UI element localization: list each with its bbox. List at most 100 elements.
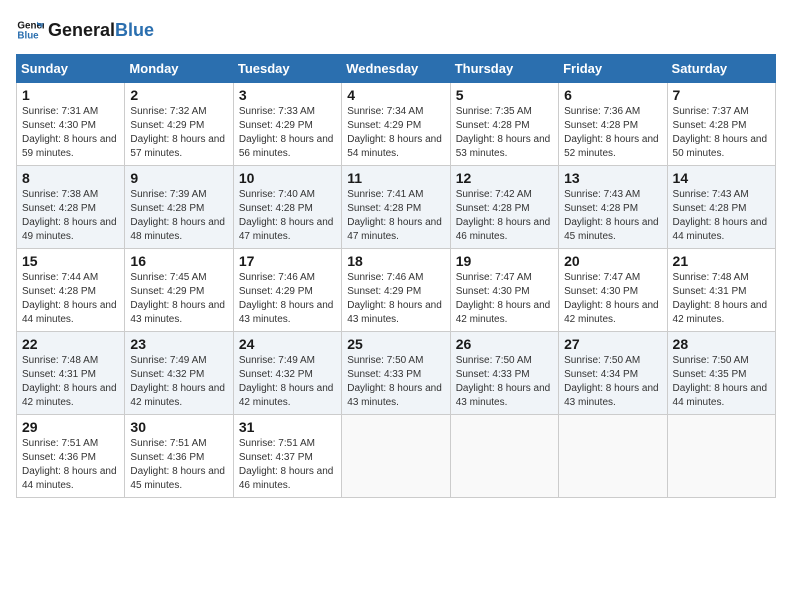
day-info: Sunrise: 7:48 AMSunset: 4:31 PMDaylight:… bbox=[673, 271, 770, 327]
calendar-cell: 1Sunrise: 7:31 AMSunset: 4:30 PMDaylight… bbox=[17, 83, 125, 166]
calendar-cell: 23 Sunrise: 7:49 AMSunset: 4:32 PMDayligh… bbox=[125, 332, 233, 415]
day-info: Sunrise: 7:43 AMSunset: 4:28 PMDaylight:… bbox=[673, 188, 770, 244]
day-number: 17 bbox=[239, 253, 336, 269]
day-info: Sunrise: 7:32 AMSunset: 4:29 PMDaylight:… bbox=[130, 105, 227, 161]
day-info: Sunrise: 7:51 AMSunset: 4:37 PMDaylight:… bbox=[239, 437, 336, 493]
day-number: 6 bbox=[564, 87, 661, 103]
calendar-cell bbox=[667, 415, 775, 498]
day-info: Sunrise: 7:41 AMSunset: 4:28 PMDaylight:… bbox=[347, 188, 444, 244]
calendar-cell: 5 Sunrise: 7:35 AMSunset: 4:28 PMDaylight… bbox=[450, 83, 558, 166]
day-number: 26 bbox=[456, 336, 553, 352]
calendar-cell: 9 Sunrise: 7:39 AMSunset: 4:28 PMDaylight… bbox=[125, 166, 233, 249]
calendar-cell: 4Sunrise: 7:34 AMSunset: 4:29 PMDaylight… bbox=[342, 83, 450, 166]
calendar-cell: 26 Sunrise: 7:50 AMSunset: 4:33 PMDayligh… bbox=[450, 332, 558, 415]
day-number: 4 bbox=[347, 87, 444, 103]
day-info: Sunrise: 7:40 AMSunset: 4:28 PMDaylight:… bbox=[239, 188, 336, 244]
calendar-cell: 20 Sunrise: 7:47 AMSunset: 4:30 PMDayligh… bbox=[559, 249, 667, 332]
calendar-cell: 17 Sunrise: 7:46 AMSunset: 4:29 PMDayligh… bbox=[233, 249, 341, 332]
calendar-table: SundayMondayTuesdayWednesdayThursdayFrid… bbox=[16, 54, 776, 498]
calendar-cell: 22 Sunrise: 7:48 AMSunset: 4:31 PMDayligh… bbox=[17, 332, 125, 415]
day-info: Sunrise: 7:50 AMSunset: 4:35 PMDaylight:… bbox=[673, 354, 770, 410]
calendar-cell: 30Sunrise: 7:51 AMSunset: 4:36 PMDayligh… bbox=[125, 415, 233, 498]
calendar-cell bbox=[450, 415, 558, 498]
day-info: Sunrise: 7:42 AMSunset: 4:28 PMDaylight:… bbox=[456, 188, 553, 244]
day-info: Sunrise: 7:45 AMSunset: 4:29 PMDaylight:… bbox=[130, 271, 227, 327]
day-number: 15 bbox=[22, 253, 119, 269]
day-info: Sunrise: 7:50 AMSunset: 4:33 PMDaylight:… bbox=[456, 354, 553, 410]
day-info: Sunrise: 7:47 AMSunset: 4:30 PMDaylight:… bbox=[564, 271, 661, 327]
day-number: 20 bbox=[564, 253, 661, 269]
calendar-cell: 2 Sunrise: 7:32 AMSunset: 4:29 PMDaylight… bbox=[125, 83, 233, 166]
day-number: 24 bbox=[239, 336, 336, 352]
calendar-cell: 15 Sunrise: 7:44 AMSunset: 4:28 PMDayligh… bbox=[17, 249, 125, 332]
calendar-cell: 7 Sunrise: 7:37 AMSunset: 4:28 PMDaylight… bbox=[667, 83, 775, 166]
calendar-cell: 3Sunrise: 7:33 AMSunset: 4:29 PMDaylight… bbox=[233, 83, 341, 166]
logo: General Blue General Blue bbox=[16, 16, 154, 44]
calendar-week-row: 8 Sunrise: 7:38 AMSunset: 4:28 PMDaylight… bbox=[17, 166, 776, 249]
weekday-header: Monday bbox=[125, 55, 233, 83]
day-number: 19 bbox=[456, 253, 553, 269]
day-number: 22 bbox=[22, 336, 119, 352]
calendar-cell: 29 Sunrise: 7:51 AMSunset: 4:36 PMDayligh… bbox=[17, 415, 125, 498]
calendar-cell: 25 Sunrise: 7:50 AMSunset: 4:33 PMDayligh… bbox=[342, 332, 450, 415]
logo-general: General bbox=[48, 20, 115, 41]
day-number: 28 bbox=[673, 336, 770, 352]
day-number: 25 bbox=[347, 336, 444, 352]
day-number: 23 bbox=[130, 336, 227, 352]
day-info: Sunrise: 7:48 AMSunset: 4:31 PMDaylight:… bbox=[22, 354, 119, 410]
day-number: 30 bbox=[130, 419, 227, 435]
calendar-cell: 16 Sunrise: 7:45 AMSunset: 4:29 PMDayligh… bbox=[125, 249, 233, 332]
day-info: Sunrise: 7:49 AMSunset: 4:32 PMDaylight:… bbox=[130, 354, 227, 410]
day-info: Sunrise: 7:37 AMSunset: 4:28 PMDaylight:… bbox=[673, 105, 770, 161]
day-info: Sunrise: 7:46 AMSunset: 4:29 PMDaylight:… bbox=[239, 271, 336, 327]
weekday-header: Tuesday bbox=[233, 55, 341, 83]
calendar-cell: 18Sunrise: 7:46 AMSunset: 4:29 PMDayligh… bbox=[342, 249, 450, 332]
day-number: 14 bbox=[673, 170, 770, 186]
calendar-cell bbox=[342, 415, 450, 498]
day-number: 11 bbox=[347, 170, 444, 186]
day-number: 5 bbox=[456, 87, 553, 103]
logo-blue: Blue bbox=[115, 20, 154, 41]
day-info: Sunrise: 7:36 AMSunset: 4:28 PMDaylight:… bbox=[564, 105, 661, 161]
day-info: Sunrise: 7:49 AMSunset: 4:32 PMDaylight:… bbox=[239, 354, 336, 410]
calendar-cell: 8 Sunrise: 7:38 AMSunset: 4:28 PMDaylight… bbox=[17, 166, 125, 249]
day-info: Sunrise: 7:35 AMSunset: 4:28 PMDaylight:… bbox=[456, 105, 553, 161]
day-info: Sunrise: 7:51 AMSunset: 4:36 PMDaylight:… bbox=[22, 437, 119, 493]
day-info: Sunrise: 7:39 AMSunset: 4:28 PMDaylight:… bbox=[130, 188, 227, 244]
day-number: 27 bbox=[564, 336, 661, 352]
svg-text:Blue: Blue bbox=[17, 30, 39, 41]
day-info: Sunrise: 7:47 AMSunset: 4:30 PMDaylight:… bbox=[456, 271, 553, 327]
day-number: 2 bbox=[130, 87, 227, 103]
day-number: 21 bbox=[673, 253, 770, 269]
calendar-cell: 12Sunrise: 7:42 AMSunset: 4:28 PMDayligh… bbox=[450, 166, 558, 249]
calendar-cell: 24 Sunrise: 7:49 AMSunset: 4:32 PMDayligh… bbox=[233, 332, 341, 415]
logo-icon: General Blue bbox=[16, 16, 44, 44]
day-number: 8 bbox=[22, 170, 119, 186]
weekday-header: Friday bbox=[559, 55, 667, 83]
calendar-cell: 21 Sunrise: 7:48 AMSunset: 4:31 PMDayligh… bbox=[667, 249, 775, 332]
day-number: 1 bbox=[22, 87, 119, 103]
day-info: Sunrise: 7:50 AMSunset: 4:33 PMDaylight:… bbox=[347, 354, 444, 410]
day-info: Sunrise: 7:44 AMSunset: 4:28 PMDaylight:… bbox=[22, 271, 119, 327]
weekday-header: Thursday bbox=[450, 55, 558, 83]
calendar-cell: 31Sunrise: 7:51 AMSunset: 4:37 PMDayligh… bbox=[233, 415, 341, 498]
calendar-cell: 28 Sunrise: 7:50 AMSunset: 4:35 PMDayligh… bbox=[667, 332, 775, 415]
calendar-header-row: SundayMondayTuesdayWednesdayThursdayFrid… bbox=[17, 55, 776, 83]
calendar-week-row: 1Sunrise: 7:31 AMSunset: 4:30 PMDaylight… bbox=[17, 83, 776, 166]
day-number: 18 bbox=[347, 253, 444, 269]
calendar-cell bbox=[559, 415, 667, 498]
calendar-cell: 13Sunrise: 7:43 AMSunset: 4:28 PMDayligh… bbox=[559, 166, 667, 249]
day-number: 29 bbox=[22, 419, 119, 435]
calendar-week-row: 22 Sunrise: 7:48 AMSunset: 4:31 PMDayligh… bbox=[17, 332, 776, 415]
day-number: 7 bbox=[673, 87, 770, 103]
calendar-cell: 27Sunrise: 7:50 AMSunset: 4:34 PMDayligh… bbox=[559, 332, 667, 415]
calendar-cell: 10Sunrise: 7:40 AMSunset: 4:28 PMDayligh… bbox=[233, 166, 341, 249]
day-number: 3 bbox=[239, 87, 336, 103]
day-info: Sunrise: 7:38 AMSunset: 4:28 PMDaylight:… bbox=[22, 188, 119, 244]
weekday-header: Sunday bbox=[17, 55, 125, 83]
calendar-cell: 11 Sunrise: 7:41 AMSunset: 4:28 PMDayligh… bbox=[342, 166, 450, 249]
day-number: 9 bbox=[130, 170, 227, 186]
weekday-header: Saturday bbox=[667, 55, 775, 83]
calendar-week-row: 15 Sunrise: 7:44 AMSunset: 4:28 PMDayligh… bbox=[17, 249, 776, 332]
day-number: 16 bbox=[130, 253, 227, 269]
